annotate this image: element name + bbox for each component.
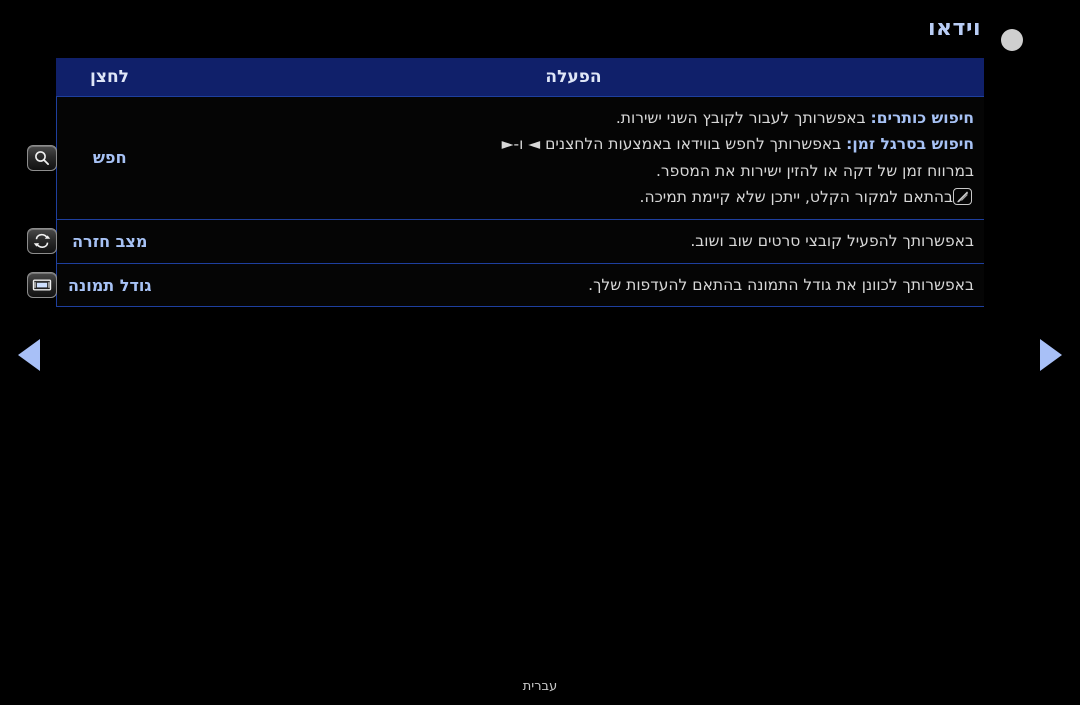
row-name-search: חפש (55, 95, 163, 221)
table-row: חיפוש כותרים: באפשרותך לעבור לקובץ השני … (26, 95, 984, 221)
desc-text: במרווח זמן של דקה או להזין ישירות את המס… (656, 161, 974, 180)
picture-size-icon[interactable] (26, 272, 57, 299)
desc-line: חיפוש בסרגל זמן: באפשרותך לחפש בווידאו ב… (175, 131, 974, 158)
desc-label: חיפוש כותרים: (870, 108, 974, 127)
next-page-arrow-icon[interactable] (1040, 339, 1062, 371)
desc-text: באפשרותך לעבור לקובץ השני ישירות. (615, 108, 871, 127)
column-header-button: לחצן (56, 58, 163, 96)
page-title: וידאו (927, 16, 981, 41)
row-description-picture-size: באפשרותך לכוונן את גודל התמונה בהתאם להע… (163, 262, 984, 308)
column-header-operation: הפעלה (163, 58, 984, 96)
search-icon[interactable] (26, 144, 57, 171)
row-description-repeat: באפשרותך להפעיל קובצי סרטים שוב ושוב. (163, 219, 984, 264)
desc-text: באפשרותך להפעיל קובצי סרטים שוב ושוב. (690, 232, 974, 251)
note-icon (953, 188, 972, 206)
desc-line: באפשרותך לכוונן את גודל התמונה בהתאם להע… (175, 272, 974, 299)
table-row: באפשרותך לכוונן את גודל התמונה בהתאם להע… (26, 262, 984, 308)
desc-text: בהתאם למקור הקלט, ייתכן שלא קיימת תמיכה. (639, 188, 953, 207)
desc-text: באפשרותך לחפש בווידאו באמצעות הלחצנים ◄ … (501, 135, 847, 154)
desc-line-note: בהתאם למקור הקלט, ייתכן שלא קיימת תמיכה. (175, 184, 974, 211)
table-header-row: הפעלה לחצן (56, 58, 984, 96)
desc-label: חיפוש בסרגל זמן: (846, 135, 974, 154)
circle-indicator-icon (1001, 29, 1023, 51)
desc-line: חיפוש כותרים: באפשרותך לעבור לקובץ השני … (175, 105, 974, 132)
row-description-search: חיפוש כותרים: באפשרותך לעבור לקובץ השני … (163, 95, 984, 221)
desc-line: באפשרותך להפעיל קובצי סרטים שוב ושוב. (175, 228, 974, 255)
prev-page-arrow-icon[interactable] (18, 339, 40, 371)
footer-language-label: עברית (522, 679, 558, 694)
table-row: באפשרותך להפעיל קובצי סרטים שוב ושוב. מצ… (26, 219, 984, 264)
desc-line: במרווח זמן של דקה או להזין ישירות את המס… (175, 158, 974, 185)
row-name-picture-size: גודל תמונה (55, 262, 163, 308)
desc-text: באפשרותך לכוונן את גודל התמונה בהתאם להע… (588, 275, 974, 294)
title-bar: וידאו (0, 14, 1080, 51)
video-help-table: הפעלה לחצן חיפוש כותרים: באפשרותך לעבור … (26, 58, 984, 308)
repeat-icon[interactable] (26, 228, 57, 255)
row-name-repeat: מצב חזרה (55, 219, 163, 264)
